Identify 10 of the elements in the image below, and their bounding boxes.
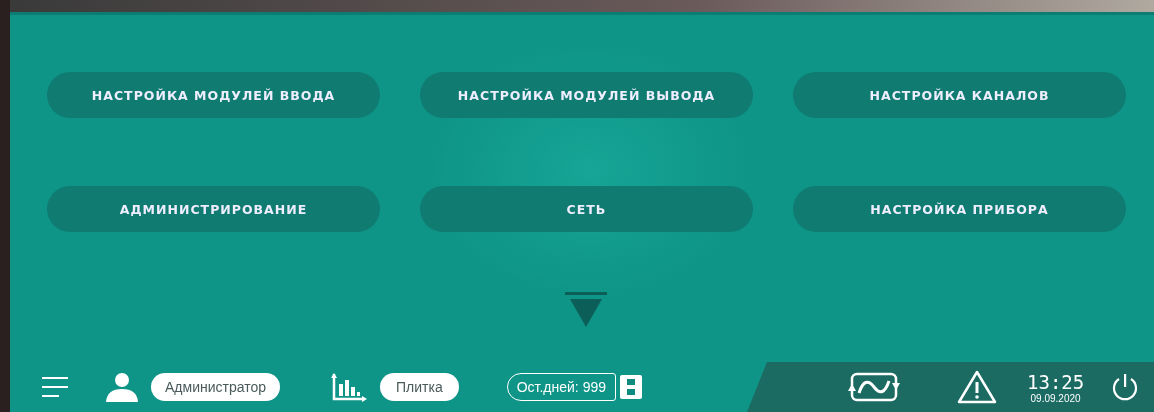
menu-button[interactable]: НАСТРОЙКА ПРИБОРА	[793, 186, 1126, 232]
menu-button[interactable]: НАСТРОЙКА МОДУЛЕЙ ВВОДА	[47, 72, 380, 118]
menu-button[interactable]: СЕТЬ	[420, 186, 753, 232]
user-button[interactable]: Администратор	[151, 373, 280, 401]
clock-time: 13:25	[1027, 370, 1085, 393]
menu-button[interactable]: АДМИНИСТРИРОВАНИЕ	[47, 186, 380, 232]
menu-button[interactable]: НАСТРОЙКА МОДУЛЕЙ ВЫВОДА	[420, 72, 753, 118]
menu-button[interactable]: НАСТРОЙКА КАНАЛОВ	[793, 72, 1126, 118]
clock-date: 09.09.2020	[1030, 392, 1081, 404]
view-mode-button[interactable]: Плитка	[380, 373, 459, 401]
